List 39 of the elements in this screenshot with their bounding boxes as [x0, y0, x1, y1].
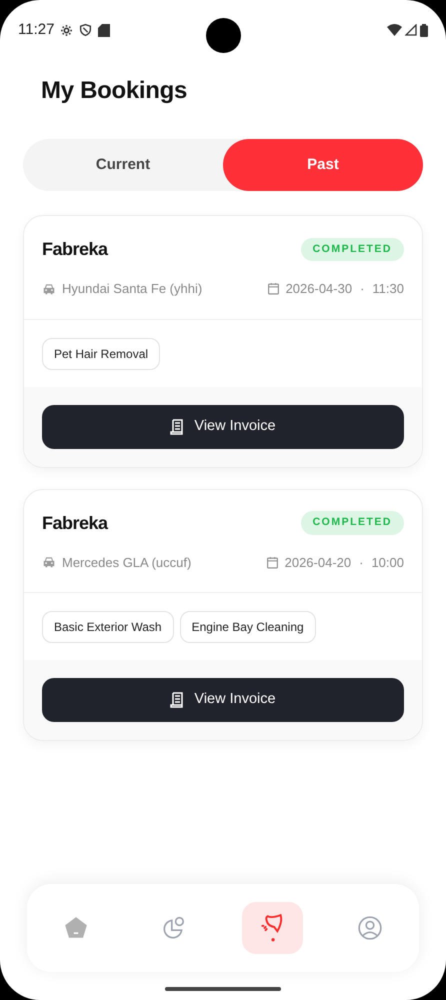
calendar-icon — [266, 282, 280, 296]
tab[interactable]: Past — [223, 139, 423, 191]
status-badge: COMPLETED — [300, 238, 404, 262]
car-icon — [42, 282, 56, 296]
booking-date: 2026-04-20 — [284, 554, 352, 572]
status-badge: COMPLETED — [300, 511, 404, 535]
profile-icon — [357, 915, 383, 941]
separator-dot: · — [359, 554, 364, 572]
view-invoice-button[interactable]: View Invoice — [42, 404, 404, 448]
shield-icon — [79, 23, 92, 37]
heart-icon — [259, 913, 285, 943]
service-tag: Basic Exterior Wash — [42, 611, 174, 643]
provider-name: Fabreka — [42, 512, 108, 534]
calendar-icon — [266, 556, 279, 569]
vehicle-label: Mercedes GLA (uccuf) — [62, 554, 192, 572]
nav-item[interactable] — [242, 902, 302, 954]
booking-date: 2026-04-30 — [286, 280, 352, 298]
provider-name: Fabreka — [42, 238, 108, 261]
receipt-icon — [170, 418, 184, 434]
settings-icon — [60, 24, 74, 36]
car-icon — [42, 555, 56, 570]
sd-card-icon — [98, 24, 110, 36]
service-tag: Engine Bay Cleaning — [180, 611, 316, 643]
camera-cutout — [206, 18, 241, 53]
vehicle-label: Hyundai Santa Fe (yhhi) — [62, 280, 202, 298]
page-title: My Bookings — [41, 76, 188, 106]
chart-icon — [161, 915, 187, 941]
status-time: 11:27 — [18, 20, 54, 40]
separator-dot: · — [360, 280, 364, 298]
tab[interactable]: Current — [23, 139, 223, 191]
booking-time: 10:00 — [371, 554, 404, 572]
signal-icon — [405, 24, 417, 36]
booking-time: 11:30 — [372, 280, 404, 298]
receipt-icon — [170, 692, 184, 708]
battery-icon — [420, 24, 428, 36]
view-invoice-button[interactable]: View Invoice — [42, 678, 404, 722]
home-icon — [63, 915, 89, 941]
service-tag: Pet Hair Removal — [42, 338, 160, 370]
wifi-icon — [387, 24, 402, 36]
